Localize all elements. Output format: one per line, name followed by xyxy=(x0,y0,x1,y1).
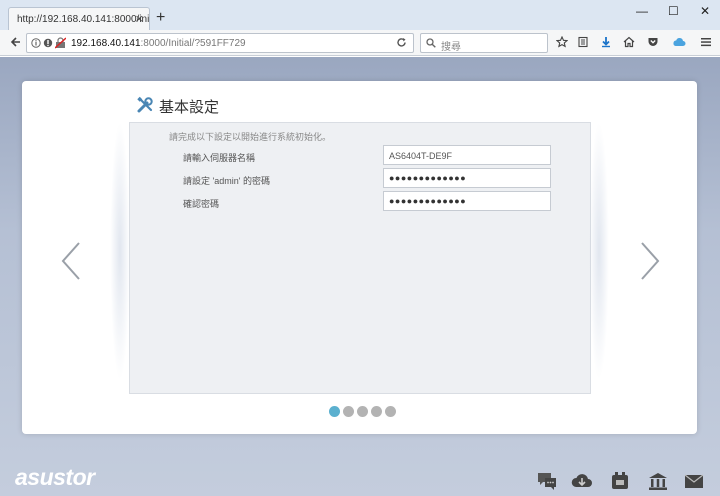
maximize-button[interactable]: ☐ xyxy=(668,4,679,18)
browser-nav-bar: 192.168.40.141:8000/Initial/?591FF729 搜尋 xyxy=(0,30,720,56)
tab-title: http://192.168.40.141:8000/ini xyxy=(17,14,150,25)
reading-list-icon[interactable] xyxy=(577,36,589,50)
page-title: 基本設定 xyxy=(159,98,220,116)
confirm-password-input[interactable]: ●●●●●●●●●●●●● xyxy=(383,191,551,211)
browser-tab-bar: http://192.168.40.141:8000/ini × + — ☐ ✕ xyxy=(0,0,720,30)
admin-password-input[interactable]: ●●●●●●●●●●●●● xyxy=(383,168,551,188)
admin-password-label: 請設定 'admin' 的密碼 xyxy=(183,176,270,186)
search-placeholder: 搜尋 xyxy=(441,42,461,53)
close-window-button[interactable]: ✕ xyxy=(700,4,710,18)
server-name-input[interactable]: AS6404T-DE9F xyxy=(383,145,551,165)
cloud-icon[interactable] xyxy=(672,36,686,50)
cloud-download-icon[interactable] xyxy=(571,470,593,492)
reload-icon[interactable] xyxy=(396,37,407,51)
step-dot-2[interactable] xyxy=(343,406,354,417)
star-icon[interactable] xyxy=(555,35,569,50)
chat-icon[interactable] xyxy=(536,470,558,492)
search-icon xyxy=(426,38,436,51)
download-icon[interactable] xyxy=(600,36,612,50)
new-tab-button[interactable]: + xyxy=(156,10,165,26)
step-dot-4[interactable] xyxy=(371,406,382,417)
url-bar[interactable]: 192.168.40.141:8000/Initial/?591FF729 xyxy=(26,33,414,53)
pocket-icon[interactable] xyxy=(647,36,659,50)
app-icon[interactable] xyxy=(609,470,631,492)
previous-arrow-icon[interactable] xyxy=(57,241,87,281)
back-icon[interactable] xyxy=(9,36,21,50)
page-background: 基本設定 請完成以下設定以開始進行系統初始化。 請輸入伺服器名稱 AS6404T… xyxy=(0,57,720,496)
tracking-info-icon[interactable] xyxy=(43,38,53,51)
url-path: :8000/Initial/?591FF729 xyxy=(140,38,246,49)
settings-panel: 請完成以下設定以開始進行系統初始化。 請輸入伺服器名稱 AS6404T-DE9F… xyxy=(129,122,591,394)
step-dot-5[interactable] xyxy=(385,406,396,417)
step-dot-3[interactable] xyxy=(357,406,368,417)
bank-icon[interactable] xyxy=(647,470,669,492)
tools-icon xyxy=(136,96,159,117)
insecure-lock-icon[interactable] xyxy=(54,37,67,52)
tab-close-icon[interactable]: × xyxy=(135,11,143,26)
step-dot-1[interactable] xyxy=(329,406,340,417)
step-indicator xyxy=(329,406,396,417)
search-bar[interactable]: 搜尋 xyxy=(420,33,548,53)
menu-icon[interactable] xyxy=(700,36,712,50)
url-host: 192.168.40.141 xyxy=(71,38,141,49)
asustor-logo: asustor xyxy=(15,464,95,490)
intro-text: 請完成以下設定以開始進行系統初始化。 xyxy=(169,132,332,142)
confirm-password-label: 確認密碼 xyxy=(183,199,220,209)
server-name-label: 請輸入伺服器名稱 xyxy=(183,153,256,163)
minimize-button[interactable]: — xyxy=(636,4,648,18)
home-icon[interactable] xyxy=(623,36,635,50)
wizard-card: 基本設定 請完成以下設定以開始進行系統初始化。 請輸入伺服器名稱 AS6404T… xyxy=(22,81,697,434)
wizard-header: 基本設定 xyxy=(136,95,219,117)
info-icon[interactable] xyxy=(31,38,41,51)
browser-tab[interactable]: http://192.168.40.141:8000/ini × xyxy=(8,7,150,30)
next-arrow-icon[interactable] xyxy=(634,241,664,281)
mail-icon[interactable] xyxy=(683,470,705,492)
